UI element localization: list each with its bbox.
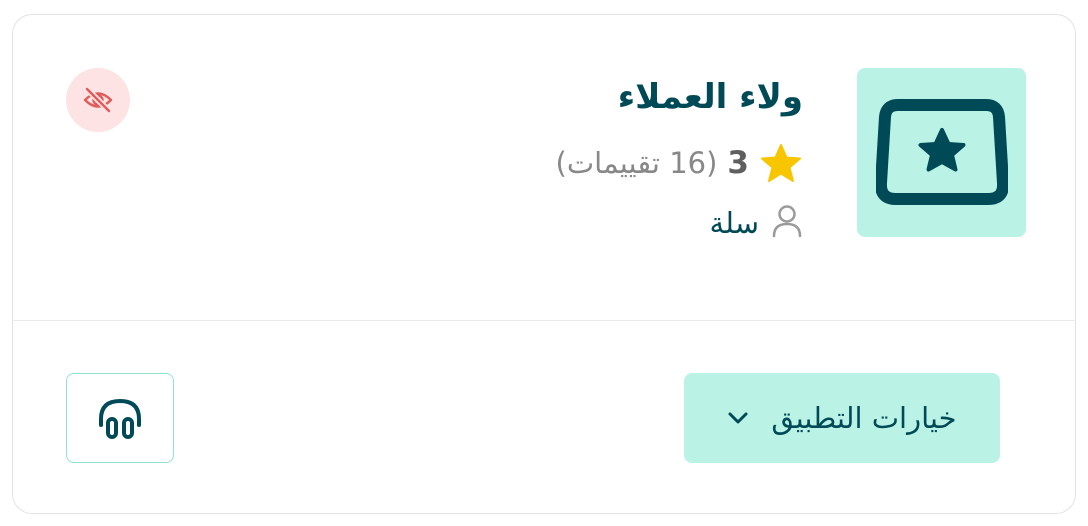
divider [13, 320, 1075, 321]
headphones-icon [99, 398, 141, 439]
support-button[interactable] [66, 373, 174, 463]
developer-name[interactable]: سلة [710, 206, 759, 240]
rating: 3 (16 تقييمات) [323, 141, 803, 185]
star-frame-icon [875, 98, 1008, 205]
app-options-button[interactable]: خيارات التطبيق [684, 373, 1000, 463]
chevron-down-icon [728, 412, 748, 424]
developer: سلة [323, 203, 803, 243]
user-icon [771, 204, 803, 242]
app-title[interactable]: ولاء العملاء [323, 73, 803, 121]
app-card-header: ولاء العملاء 3 (16 تقييمات) سلة [13, 15, 1075, 320]
app-info: ولاء العملاء 3 (16 تقييمات) سلة [323, 73, 804, 243]
star-icon [759, 141, 803, 185]
rating-count: (16 تقييمات) [555, 146, 718, 180]
app-card: ولاء العملاء 3 (16 تقييمات) سلة خيارات ا… [12, 14, 1076, 514]
eye-off-icon [83, 86, 113, 114]
rating-value: 3 [727, 145, 749, 181]
app-icon[interactable] [857, 68, 1026, 237]
app-hidden-toggle[interactable] [66, 68, 130, 132]
app-options-label: خيارات التطبيق [771, 401, 957, 435]
